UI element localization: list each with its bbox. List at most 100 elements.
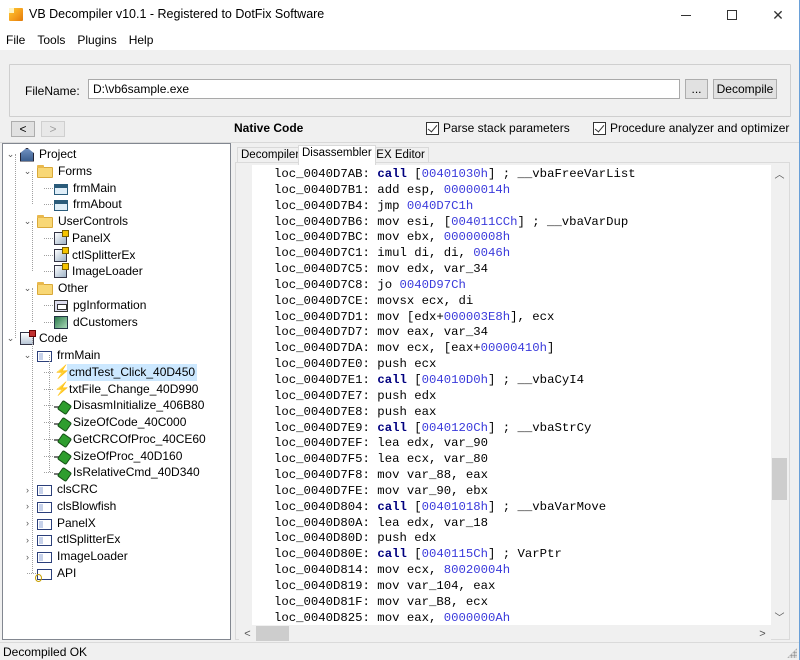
code-view[interactable]: loc_0040D7AB: call [00401030h] ; __vbaFr… (239, 165, 771, 625)
scroll-right-icon[interactable]: > (754, 625, 771, 642)
tree-item[interactable]: › clsBlowfish (26, 498, 118, 515)
chevron-down-icon[interactable]: ⌄ (23, 216, 32, 226)
tree-item[interactable]: › clsCRC (26, 481, 100, 498)
tree-item[interactable]: ⌄ Other (24, 280, 90, 297)
tree-item[interactable]: ⚡ txtFile_Change_40D990 (44, 381, 200, 398)
code-lines[interactable]: loc_0040D7AB: call [00401030h] ; __vbaFr… (274, 167, 636, 625)
tree-item[interactable]: › ImageLoader (26, 548, 130, 565)
parse-stack-label: Parse stack parameters (443, 121, 570, 135)
chevron-down-icon[interactable]: ⌄ (23, 350, 32, 360)
tree-item[interactable]: › PanelX (26, 515, 98, 532)
chevron-down-icon[interactable]: ⌄ (23, 166, 32, 176)
tree-connector (44, 237, 53, 239)
chevron-down-icon[interactable]: ⌄ (6, 149, 15, 159)
vertical-scroll-thumb[interactable] (772, 458, 787, 500)
code-line[interactable]: loc_0040D7E8: push eax (274, 405, 636, 421)
code-line[interactable]: loc_0040D825: mov eax, 0000000Ah (274, 611, 636, 625)
code-line[interactable]: loc_0040D804: call [00401018h] ; __vbaVa… (274, 500, 636, 516)
back-button[interactable]: < (11, 121, 35, 137)
code-line[interactable]: loc_0040D7DA: mov ecx, [eax+00000410h] (274, 341, 636, 357)
vertical-scrollbar[interactable]: ︿ ﹀ (771, 165, 788, 625)
code-line[interactable]: loc_0040D7D7: mov eax, var_34 (274, 325, 636, 341)
decompile-button[interactable]: Decompile (713, 79, 777, 99)
code-line[interactable]: loc_0040D80D: push edx (274, 531, 636, 547)
code-line[interactable]: loc_0040D7C5: mov edx, var_34 (274, 262, 636, 278)
tree-item[interactable]: SizeOfCode_40C000 (44, 414, 188, 431)
code-line[interactable]: loc_0040D7EF: lea edx, var_90 (274, 436, 636, 452)
forward-button[interactable]: > (41, 121, 65, 137)
tree-item[interactable]: ⌄ Forms (24, 163, 94, 180)
tab-disassembler[interactable]: Disassembler (298, 145, 376, 165)
scroll-up-icon[interactable]: ︿ (771, 165, 788, 182)
code-line[interactable]: loc_0040D7F8: mov var_88, eax (274, 468, 636, 484)
tree-item[interactable]: ⌄ UserControls (24, 213, 130, 230)
tree-item[interactable]: › ctlSplitterEx (26, 531, 122, 548)
chevron-right-icon[interactable]: › (23, 501, 32, 511)
code-line[interactable]: loc_0040D7B1: add esp, 00000014h (274, 183, 636, 199)
code-line[interactable]: loc_0040D819: mov var_104, eax (274, 579, 636, 595)
menu-help[interactable]: Help (123, 30, 160, 50)
tree-item[interactable]: ImageLoader (44, 263, 145, 280)
code-line[interactable]: loc_0040D80A: lea edx, var_18 (274, 516, 636, 532)
maximize-button[interactable] (709, 0, 755, 30)
code-line[interactable]: loc_0040D7CE: movsx ecx, di (274, 294, 636, 310)
code-line[interactable]: loc_0040D80E: call [0040115Ch] ; VarPtr (274, 547, 636, 563)
code-line[interactable]: loc_0040D7D1: mov [edx+000003E8h], ecx (274, 310, 636, 326)
code-line[interactable]: loc_0040D81F: mov var_B8, ecx (274, 595, 636, 611)
minimize-button[interactable] (663, 0, 709, 30)
tree-item[interactable]: frmAbout (44, 196, 124, 213)
code-line[interactable]: loc_0040D7F5: lea ecx, var_80 (274, 452, 636, 468)
chevron-down-icon[interactable]: ⌄ (23, 283, 32, 293)
filename-label: FileName: (25, 84, 80, 98)
chevron-right-icon[interactable]: › (23, 485, 32, 495)
code-line[interactable]: loc_0040D7AB: call [00401030h] ; __vbaFr… (274, 167, 636, 183)
menu-file[interactable]: File (0, 30, 31, 50)
code-line[interactable]: loc_0040D7B6: mov esi, [004011CCh] ; __v… (274, 215, 636, 231)
procedure-analyzer-checkbox[interactable]: Procedure analyzer and optimizer (593, 121, 789, 135)
menu-tools[interactable]: Tools (31, 30, 71, 50)
filename-input[interactable] (88, 79, 680, 99)
tree-item[interactable]: SizeOfProc_40D160 (44, 448, 184, 465)
tree-item[interactable]: ⚡ cmdTest_Click_40D450 (44, 363, 198, 381)
code-line[interactable]: loc_0040D7BC: mov ebx, 00000008h (274, 230, 636, 246)
tree-item[interactable]: PanelX (44, 229, 113, 247)
tree-item[interactable]: frmMain (44, 180, 118, 197)
chevron-right-icon[interactable]: › (23, 552, 32, 562)
checkbox-checked-icon[interactable] (426, 121, 439, 135)
tree-item[interactable]: API (27, 565, 78, 582)
tree-item[interactable]: ⌄ frmMain (24, 347, 102, 364)
tree-item[interactable]: ctlSplitterEx (44, 246, 137, 264)
chevron-right-icon[interactable]: › (23, 518, 32, 528)
tree-item[interactable]: DisasmInitialize_406B80 (44, 397, 206, 414)
tree-item[interactable]: ⌄ Code (7, 330, 70, 347)
parse-stack-checkbox[interactable]: Parse stack parameters (426, 121, 570, 135)
tree-item[interactable]: GetCRCOfProc_40CE60 (44, 431, 208, 448)
code-line[interactable]: loc_0040D7C8: jo 0040D97Ch (274, 278, 636, 294)
code-line[interactable]: loc_0040D7FE: mov var_90, ebx (274, 484, 636, 500)
horizontal-scrollbar[interactable]: < > (239, 625, 771, 642)
code-line[interactable]: loc_0040D814: mov ecx, 80020004h (274, 563, 636, 579)
event-icon: ⚡ (54, 381, 71, 396)
code-line[interactable]: loc_0040D7C1: imul di, di, 0046h (274, 246, 636, 262)
tree-item[interactable]: dCustomers (44, 314, 140, 331)
code-line[interactable]: loc_0040D7B4: jmp 0040D7C1h (274, 199, 636, 215)
close-button[interactable]: ✕ (755, 0, 800, 30)
code-line[interactable]: loc_0040D7E0: push ecx (274, 357, 636, 373)
tree-item[interactable]: IsRelativeCmd_40D340 (44, 464, 202, 481)
code-line[interactable]: loc_0040D7E7: push edx (274, 389, 636, 405)
tree-item[interactable]: pgInformation (44, 297, 148, 314)
checkbox-checked-icon[interactable] (593, 121, 606, 135)
code-line[interactable]: loc_0040D7E1: call [004010D0h] ; __vbaCy… (274, 373, 636, 389)
scroll-left-icon[interactable]: < (239, 625, 256, 642)
browse-button[interactable]: ... (685, 79, 708, 99)
scroll-down-icon[interactable]: ﹀ (771, 608, 788, 625)
horizontal-scroll-thumb[interactable] (256, 626, 289, 641)
tree-item[interactable]: ⌄ Project (7, 146, 78, 163)
chevron-down-icon[interactable]: ⌄ (6, 333, 15, 343)
menu-plugins[interactable]: Plugins (71, 30, 122, 50)
number-token: 00000410h (480, 341, 548, 356)
chevron-right-icon[interactable]: › (23, 535, 32, 545)
resize-grip-icon[interactable] (787, 648, 797, 658)
project-tree[interactable]: ⌄ Project ⌄ Forms frmMain frmAbout ⌄ UserContro… (2, 143, 231, 640)
code-line[interactable]: loc_0040D7E9: call [0040120Ch] ; __vbaSt… (274, 421, 636, 437)
